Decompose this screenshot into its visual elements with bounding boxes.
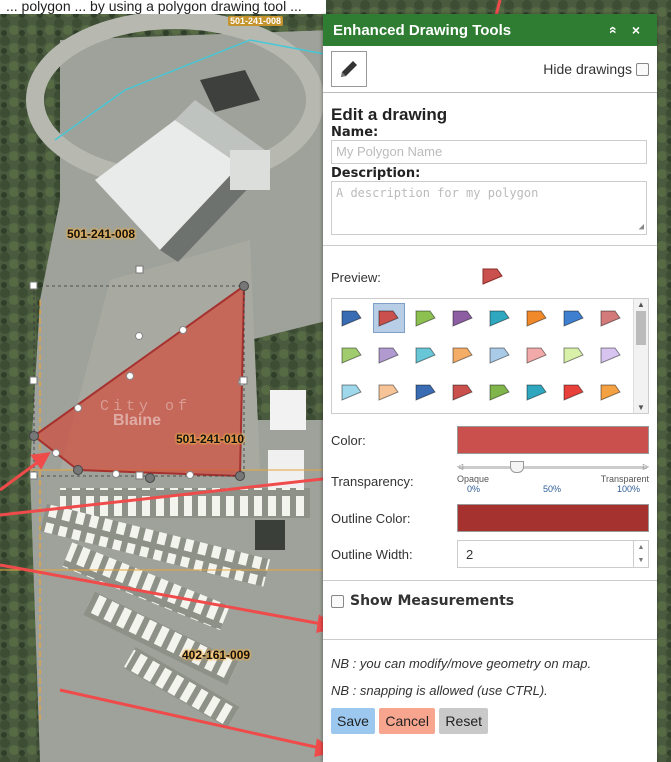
outline-color-label: Outline Color: <box>331 510 411 526</box>
hide-drawings-toggle[interactable]: Hide drawings <box>543 61 649 77</box>
parcel-label: 402-161-009 <box>182 648 251 662</box>
symbol-option[interactable] <box>410 340 442 370</box>
symbol-option[interactable] <box>373 303 405 333</box>
caption-text: ... polygon ... by using a polygon drawi… <box>0 0 326 14</box>
symbol-option[interactable] <box>558 340 590 370</box>
show-measurements-toggle[interactable]: Show Measurements <box>331 593 649 609</box>
symbol-option[interactable] <box>595 340 627 370</box>
name-input[interactable]: My Polygon Name <box>331 140 647 164</box>
parcel-label: 501-241-008 <box>228 16 284 26</box>
symbol-option[interactable] <box>447 303 479 333</box>
parcel-label: 501-241-008 <box>67 227 136 241</box>
panel-title: Enhanced Drawing Tools <box>333 21 512 39</box>
drawing-toolbar: Hide drawings <box>323 46 657 93</box>
symbol-option[interactable] <box>521 303 553 333</box>
symbol-option[interactable] <box>521 340 553 370</box>
tick-label: 50% <box>543 484 562 494</box>
symbol-option[interactable] <box>410 303 442 333</box>
symbol-option[interactable] <box>595 377 627 407</box>
note-text: NB : snapping is allowed (use CTRL). <box>331 683 548 698</box>
parcel-label: 501-241-010 <box>176 432 245 446</box>
resize-grip-icon[interactable]: ◢ <box>639 222 644 232</box>
hide-drawings-checkbox[interactable] <box>636 62 649 76</box>
description-textarea[interactable]: A description for my polygon ◢ <box>331 181 647 235</box>
description-placeholder: A description for my polygon <box>336 186 539 200</box>
hide-drawings-label: Hide drawings <box>543 61 632 77</box>
symbol-option[interactable] <box>558 377 590 407</box>
preview-symbol-icon <box>481 266 505 289</box>
symbol-option[interactable] <box>336 303 368 333</box>
symbol-option[interactable] <box>447 340 479 370</box>
reset-button[interactable]: Reset <box>439 708 488 734</box>
drawing-tools-panel: Enhanced Drawing Tools « × Hide drawings… <box>323 14 657 762</box>
show-measurements-checkbox[interactable] <box>331 594 344 608</box>
symbol-option[interactable] <box>336 377 368 407</box>
symbol-option[interactable] <box>447 377 479 407</box>
name-label: Name: <box>331 125 379 140</box>
collapse-icon[interactable]: « <box>606 19 622 41</box>
outline-width-stepper[interactable]: 2 ▲ ▼ <box>457 540 649 568</box>
symbol-option[interactable] <box>484 340 516 370</box>
transparent-label: Transparent <box>600 474 649 484</box>
transparency-label: Transparency: <box>331 474 414 489</box>
symbol-scrollbar[interactable]: ▲ ▼ <box>633 299 648 413</box>
symbol-option[interactable] <box>373 377 405 407</box>
outline-width-value: 2 <box>466 546 474 562</box>
symbol-option[interactable] <box>336 340 368 370</box>
transparency-slider[interactable]: ◁ ▷ <box>457 460 649 474</box>
symbol-option[interactable] <box>484 303 516 333</box>
description-label: Description: <box>331 166 421 181</box>
close-icon[interactable]: × <box>625 22 647 38</box>
note-text: NB : you can modify/move geometry on map… <box>331 656 592 671</box>
preview-label: Preview: <box>331 270 381 285</box>
color-label: Color: <box>331 432 366 448</box>
symbol-option[interactable] <box>595 303 627 333</box>
symbol-picker[interactable]: ▲ ▼ <box>331 298 649 414</box>
city-label: Blaine <box>113 412 162 429</box>
tick-label: 0% <box>467 484 481 494</box>
pencil-icon[interactable] <box>331 51 367 87</box>
show-measurements-label: Show Measurements <box>350 593 515 609</box>
symbol-option[interactable] <box>373 340 405 370</box>
symbol-option[interactable] <box>484 377 516 407</box>
outline-color-swatch[interactable] <box>457 504 649 532</box>
color-swatch[interactable] <box>457 426 649 454</box>
panel-header: Enhanced Drawing Tools « × <box>323 14 657 46</box>
symbol-option[interactable] <box>521 377 553 407</box>
symbol-option[interactable] <box>410 377 442 407</box>
edit-title: Edit a drawing <box>331 105 448 124</box>
outline-width-label: Outline Width: <box>331 546 413 562</box>
cancel-button[interactable]: Cancel <box>379 708 435 734</box>
save-button[interactable]: Save <box>331 708 375 734</box>
tick-label: 100% <box>617 484 641 494</box>
opaque-label: Opaque <box>457 474 490 484</box>
symbol-option[interactable] <box>558 303 590 333</box>
